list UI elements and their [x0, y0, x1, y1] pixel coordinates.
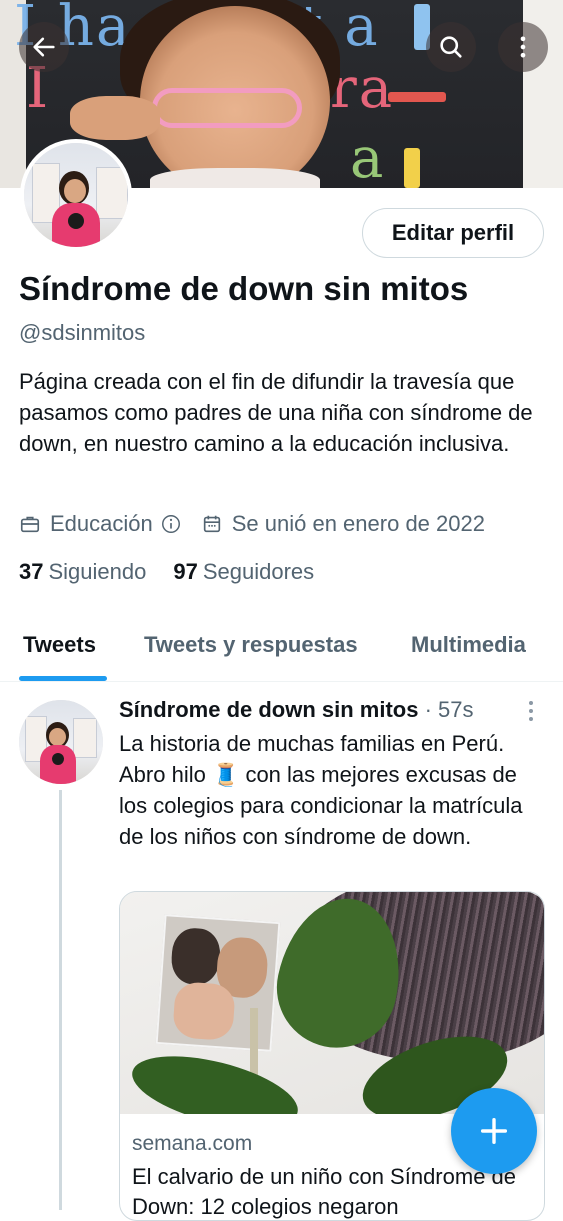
compose-tweet-button[interactable]: [451, 1088, 537, 1174]
banner-chalk-5: a: [350, 126, 386, 188]
arrow-left-icon: [33, 37, 55, 57]
tabs-divider: [0, 681, 563, 682]
info-icon[interactable]: [160, 513, 182, 535]
edit-profile-button[interactable]: Editar perfil: [362, 208, 544, 258]
following-link[interactable]: 37 Siguiendo: [19, 559, 146, 585]
profile-category[interactable]: Educación: [50, 511, 153, 537]
tweet-time[interactable]: · 57s: [425, 697, 474, 722]
back-button[interactable]: [19, 22, 69, 72]
tweet-author[interactable]: Síndrome de down sin mitos: [119, 697, 418, 722]
more-options-button[interactable]: [498, 22, 548, 72]
followers-label: Seguidores: [202, 559, 315, 584]
followers-link[interactable]: 97 Seguidores: [173, 559, 314, 585]
link-card-image: [120, 892, 544, 1114]
profile-avatar[interactable]: [20, 139, 132, 251]
tweet-more-icon[interactable]: [526, 699, 536, 723]
link-card-domain: semana.com: [132, 1132, 253, 1155]
tweet-avatar[interactable]: [19, 700, 103, 784]
profile-meta: Educación Se unió en enero de 2022: [19, 509, 485, 539]
tab-tweets[interactable]: Tweets: [23, 632, 96, 658]
profile-tabs: Tweets Tweets y respuestas Multimedia: [0, 612, 563, 680]
followers-count: 97: [173, 559, 198, 584]
thread-line: [59, 790, 62, 1210]
search-button[interactable]: [426, 22, 476, 72]
profile-name: Síndrome de down sin mitos: [19, 270, 469, 307]
plus-icon: [480, 1117, 508, 1145]
search-icon: [440, 36, 462, 58]
following-count: 37: [19, 559, 44, 584]
link-card-title: El calvario de un niño con Síndrome de D…: [132, 1164, 517, 1219]
tweet-header: Síndrome de down sin mitos · 57s: [119, 697, 474, 723]
tweet-text: La historia de muchas familias en Perú. …: [119, 731, 523, 849]
tab-media[interactable]: Multimedia: [411, 632, 526, 658]
briefcase-icon: [20, 516, 40, 533]
profile-joined: Se unió en enero de 2022: [231, 511, 485, 536]
tab-tweets-replies[interactable]: Tweets y respuestas: [144, 632, 358, 658]
profile-handle: @sdsinmitos: [19, 320, 146, 345]
calendar-icon: [203, 515, 220, 533]
profile-bio: Página creada con el fin de difundir la …: [19, 369, 533, 456]
more-vertical-icon: [520, 36, 526, 58]
follow-stats: 37 Siguiendo 97 Seguidores: [19, 559, 314, 585]
following-label: Siguiendo: [48, 559, 147, 584]
